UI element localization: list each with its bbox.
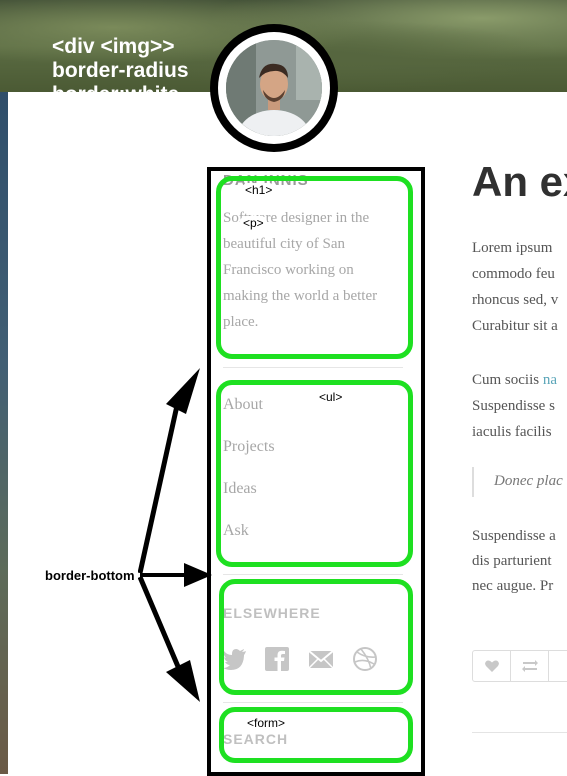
arrow-to-bio-divider (137, 368, 200, 574)
arrow-to-nav-divider (140, 563, 212, 587)
border-bottom-arrows (137, 368, 212, 702)
border-bottom-label: border-bottom (42, 567, 138, 584)
arrow-to-elsewhere-divider (137, 576, 200, 702)
